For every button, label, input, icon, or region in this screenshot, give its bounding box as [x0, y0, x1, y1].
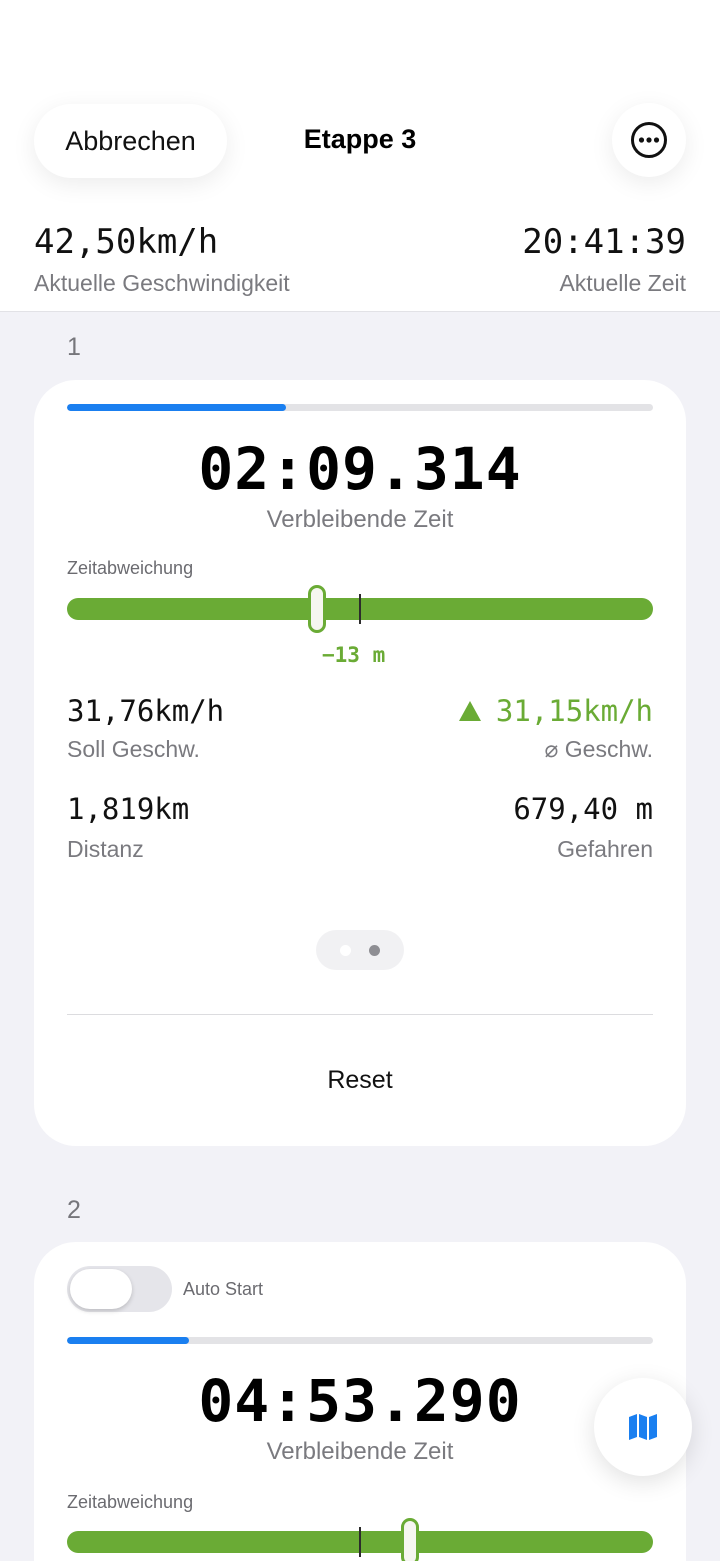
reset-button[interactable]: Reset — [34, 1066, 686, 1095]
current-speed-label: Aktuelle Geschwindigkeit — [34, 270, 290, 296]
auto-start-toggle[interactable] — [67, 1266, 172, 1312]
remaining-time-label: Verbleibende Zeit — [266, 1438, 454, 1465]
remaining-time-label: Verbleibende Zeit — [266, 506, 454, 533]
toggle-knob — [70, 1269, 132, 1309]
auto-start-label: Auto Start — [183, 1279, 264, 1299]
deviation-label: Zeitabweichung — [67, 1492, 194, 1512]
target-speed-value: 31,76km/h — [67, 694, 225, 728]
stage-number: 1 — [67, 333, 81, 361]
trend-up-icon — [458, 701, 481, 721]
current-time-label: Aktuelle Zeit — [559, 270, 686, 296]
distance-value: 1,819km — [67, 792, 190, 826]
stage-progress-fill — [67, 1337, 189, 1344]
stage-progress-bar — [67, 1337, 653, 1344]
stage-progress-bar — [67, 404, 653, 411]
page-indicator[interactable] — [316, 930, 404, 970]
map-icon — [629, 1414, 657, 1440]
stage-card: Auto Start 04:53.290 Verbleibende Zeit Z… — [34, 1242, 686, 1561]
deviation-center-mark — [359, 594, 361, 624]
avg-speed-row: 31,15km/h — [458, 694, 653, 728]
deviation-value: −13 m — [322, 643, 386, 667]
target-speed-label: Soll Geschw. — [67, 736, 200, 762]
more-button[interactable] — [612, 103, 686, 177]
remaining-time: 04:53.290 — [198, 1367, 522, 1435]
stage-progress-fill — [67, 404, 287, 411]
map-button[interactable] — [594, 1378, 692, 1476]
card-divider — [67, 1014, 653, 1015]
page-dot-1[interactable] — [340, 945, 351, 956]
current-speed-value: 42,50km/h — [34, 222, 219, 262]
ellipsis-circle-icon — [631, 122, 667, 158]
driven-label: Gefahren — [557, 836, 653, 862]
deviation-thumb — [308, 585, 326, 633]
deviation-thumb — [401, 1518, 419, 1561]
page-dot-2[interactable] — [369, 945, 380, 956]
deviation-label: Zeitabweichung — [67, 558, 194, 578]
remaining-time: 02:09.314 — [198, 435, 522, 503]
stage-number: 2 — [67, 1196, 81, 1224]
stage-card: 02:09.314 Verbleibende Zeit Zeitabweichu… — [34, 380, 686, 1146]
avg-speed-value: 31,15km/h — [495, 694, 653, 728]
driven-value: 679,40 m — [513, 792, 653, 826]
deviation-center-mark — [359, 1527, 361, 1557]
avg-speed-label: ⌀ Geschw. — [544, 736, 653, 762]
distance-label: Distanz — [67, 836, 144, 862]
top-header: Abbrechen Etappe 3 42,50km/h Aktuelle Ge… — [0, 0, 720, 312]
current-time-value: 20:41:39 — [522, 222, 686, 262]
